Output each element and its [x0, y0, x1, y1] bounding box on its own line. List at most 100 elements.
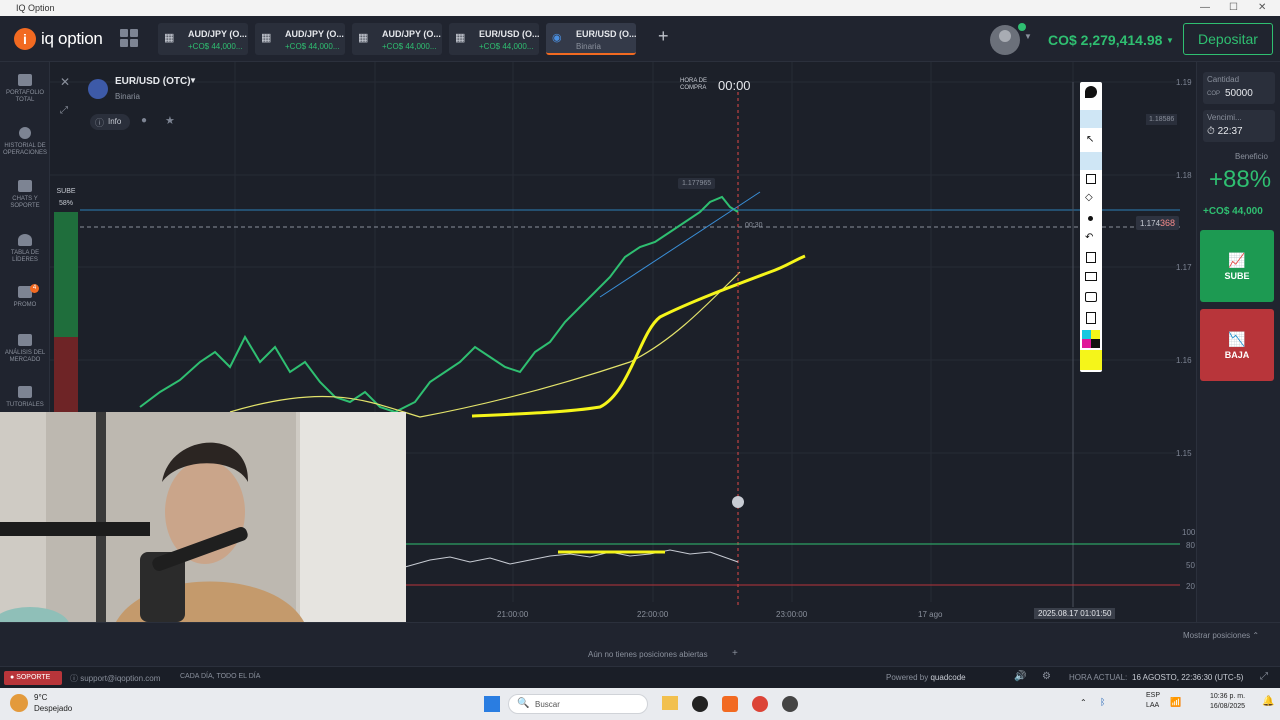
trend-down-icon: 📉 [1228, 331, 1246, 347]
sidebar-item-chats[interactable]: CHATS Y SOPORTE [0, 180, 50, 210]
asset-tab-1[interactable]: ▦ AUD/JPY (O... +CO$ 44,000... [158, 23, 248, 55]
x-cursor-label: 2025.08.17 01:01:50 [1034, 608, 1116, 619]
sidebar-item-tutorials[interactable]: TUTORIALES [0, 386, 50, 409]
asset-tab-5[interactable]: ◉ EUR/USD (O... Binaria [546, 23, 637, 55]
undo-icon[interactable]: ↶ [1085, 232, 1093, 243]
amount-field[interactable]: Cantidad COP 50000 [1203, 72, 1275, 104]
powered-brand: quadcode [930, 673, 966, 682]
sidebar-item-promo[interactable]: PROMO [0, 286, 50, 309]
weather-desc: Despejado [34, 704, 73, 713]
trash-icon[interactable] [1086, 252, 1096, 263]
iqoption-app-icon[interactable] [722, 696, 738, 712]
windows-start-icon[interactable] [484, 696, 500, 712]
fullscreen-icon[interactable]: ⤢ [1260, 671, 1268, 682]
chevron-down-icon[interactable]: ▼ [1024, 32, 1032, 41]
folder-icon[interactable] [662, 696, 678, 710]
search-icon: 🔍 [517, 698, 530, 709]
monitor-icon[interactable] [1085, 272, 1097, 281]
support-button[interactable]: ● SOPORTE [4, 671, 62, 685]
lang-label[interactable]: ESP [1146, 692, 1160, 699]
show-positions-button[interactable]: Mostrar posiciones ⌃ [1183, 631, 1259, 640]
lang-label-2: LAA [1146, 702, 1160, 709]
powered-label: Powered by [886, 673, 929, 682]
asset-tab-4[interactable]: ▦ EUR/USD (O... +CO$ 44,000... [449, 23, 540, 55]
deposit-button[interactable]: Depositar [1183, 23, 1273, 55]
sidebar-item-history[interactable]: HISTORIAL DE OPERACIONES [0, 127, 50, 157]
add-tab-icon[interactable]: + [658, 26, 669, 47]
window-title-bar: IQ Option — ☐ ✕ [0, 0, 1280, 16]
sidebar-item-analysis[interactable]: ANÁLISIS DEL MERCADO [0, 334, 50, 364]
amount-currency: COP [1207, 91, 1221, 97]
asset-chevron-icon[interactable]: ▼ [189, 76, 197, 85]
settings-icon[interactable]: ⚙ [1042, 671, 1051, 682]
color-cyan[interactable] [1082, 330, 1091, 339]
sidebar-item-label: CHATS Y SOPORTE [10, 196, 40, 209]
color-magenta[interactable] [1082, 339, 1091, 348]
close-icon[interactable]: ✕ [1258, 0, 1266, 16]
info-button[interactable]: ⓘ Info [90, 114, 130, 130]
taskbar-search[interactable]: 🔍 Buscar [508, 694, 648, 714]
bluetooth-icon[interactable]: ᛒ [1100, 697, 1105, 707]
asset-title[interactable]: EUR/USD (OTC) [115, 76, 191, 87]
add-position-icon[interactable]: + [732, 648, 738, 659]
webcam-image [0, 412, 406, 640]
rectangle-icon[interactable] [1086, 174, 1096, 184]
minimize-icon[interactable]: — [1200, 0, 1210, 16]
cursor-icon[interactable]: ↖ [1086, 134, 1094, 145]
close-chart-icon[interactable]: ✕ [60, 75, 70, 89]
color-yellow[interactable] [1091, 330, 1100, 339]
down-button[interactable]: 📉 BAJA [1200, 309, 1274, 381]
expiry-label: Vencimi... [1207, 113, 1242, 122]
logo[interactable]: i iq option [14, 28, 103, 50]
sidebar-item-portfolio[interactable]: PORTAFOLIO TOTAL [0, 74, 50, 104]
star-icon[interactable]: ★ [165, 114, 175, 127]
weather-icon[interactable] [10, 694, 28, 712]
bell-icon[interactable]: ● [141, 115, 147, 126]
asset-tab-3[interactable]: ▦ AUD/JPY (O... +CO$ 44,000... [352, 23, 442, 55]
wifi-icon[interactable]: 📶 [1170, 697, 1181, 708]
x-tick-label: 17 ago [918, 610, 943, 619]
color-black[interactable] [1091, 339, 1100, 348]
sidebar-item-label: HISTORIAL DE OPERACIONES [2, 143, 47, 156]
dot-icon[interactable] [1088, 216, 1093, 221]
expand-icon[interactable]: ⤢ [60, 105, 68, 116]
tab-sub: +CO$ 44,000... [382, 42, 437, 51]
eraser-icon[interactable]: ◇ [1085, 192, 1093, 203]
sidebar-item-leaders[interactable]: TABLA DE LÍDERES [0, 234, 50, 264]
drawing-toolbar: ↖ ◇ ↶ [1080, 82, 1102, 372]
clock-icon [19, 127, 31, 139]
support-email[interactable]: ⓘ support@iqoption.com [70, 673, 160, 684]
clock-time[interactable]: 10:36 p. m. [1210, 693, 1245, 700]
briefcase-icon [18, 74, 32, 86]
balance-chevron-icon[interactable]: ▼ [1166, 36, 1174, 45]
app-icon[interactable] [692, 696, 708, 712]
webcam-overlay [0, 412, 406, 640]
apps-grid-icon[interactable] [120, 29, 140, 49]
obs-icon[interactable] [782, 696, 798, 712]
chrome-icon[interactable] [752, 696, 768, 712]
analysis-icon [18, 334, 32, 346]
up-button[interactable]: 📈 SUBE [1200, 230, 1274, 302]
tray-chevron-icon[interactable]: ⌃ [1080, 698, 1087, 707]
sidebar-item-label: PORTAFOLIO TOTAL [5, 90, 45, 103]
y-tick-label: 1.16 [1176, 356, 1192, 365]
camera-icon[interactable] [1085, 292, 1097, 302]
notification-icon[interactable]: 🔔 [1262, 696, 1274, 707]
sentiment-label: SUBE [56, 188, 76, 195]
maximize-icon[interactable]: ☐ [1229, 0, 1238, 16]
pin-icon[interactable] [1085, 86, 1097, 98]
brush-icon[interactable] [1080, 152, 1102, 170]
eye-icon[interactable] [1080, 110, 1102, 128]
avatar[interactable] [990, 25, 1020, 55]
price-candles [139, 195, 739, 414]
tab-sub: Binaria [576, 42, 601, 51]
expiry-field[interactable]: Vencimi... ⏱ 22:37 [1203, 110, 1275, 142]
balance[interactable]: CO$ 2,279,414.98 [1048, 32, 1162, 48]
asset-tab-2[interactable]: ▦ AUD/JPY (O... +CO$ 44,000... [255, 23, 345, 55]
clipboard-icon[interactable] [1086, 312, 1096, 324]
logo-text: iq option [41, 29, 103, 48]
info-label: Info [108, 117, 122, 126]
expiry-value: 22:37 [1217, 126, 1243, 137]
sound-icon[interactable]: 🔊 [1014, 671, 1026, 682]
profit-percent: +88% [1209, 166, 1272, 193]
